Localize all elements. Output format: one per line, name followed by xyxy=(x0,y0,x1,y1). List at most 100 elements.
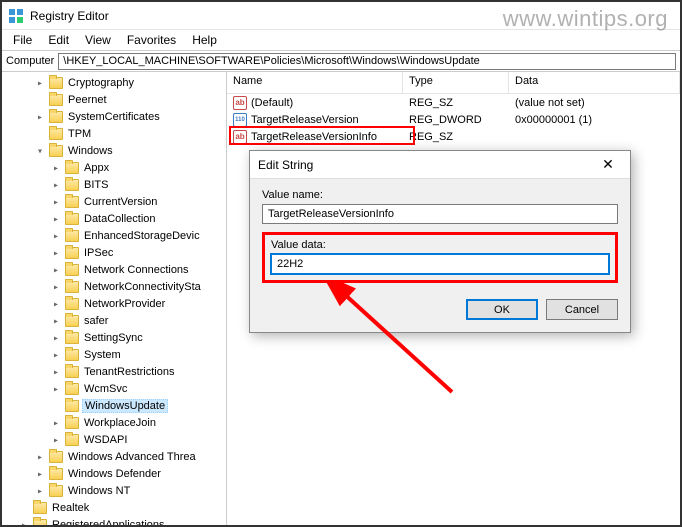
tree-label: NetworkConnectivitySta xyxy=(82,281,203,293)
folder-icon xyxy=(65,332,79,344)
tree-pane[interactable]: Cryptography Peernet SystemCertificates TPM… xyxy=(2,72,227,525)
tree-node[interactable]: Windows Defender xyxy=(2,465,226,482)
tree-label: WSDAPI xyxy=(82,434,129,446)
expand-icon[interactable] xyxy=(34,145,46,157)
tree-node[interactable]: Cryptography xyxy=(2,74,226,91)
cancel-button[interactable]: Cancel xyxy=(546,299,618,320)
expand-icon[interactable] xyxy=(50,332,62,344)
tree-label: SettingSync xyxy=(82,332,145,344)
tree-node[interactable]: Windows NT xyxy=(2,482,226,499)
tree-node[interactable]: Appx xyxy=(2,159,226,176)
tree-node[interactable]: TenantRestrictions xyxy=(2,363,226,380)
tree-node[interactable]: Network Connections xyxy=(2,261,226,278)
expand-icon[interactable] xyxy=(50,315,62,327)
expand-icon[interactable] xyxy=(50,230,62,242)
tree-label: Windows xyxy=(66,145,115,157)
expand-icon[interactable] xyxy=(34,468,46,480)
tree-label: Peernet xyxy=(66,94,109,106)
list-row[interactable]: ab(Default)REG_SZ(value not set) xyxy=(227,94,680,111)
expand-icon[interactable] xyxy=(50,434,62,446)
expand-icon[interactable] xyxy=(50,383,62,395)
list-row[interactable]: abTargetReleaseVersionInfoREG_SZ xyxy=(227,128,680,145)
tree-node[interactable]: NetworkConnectivitySta xyxy=(2,278,226,295)
folder-icon xyxy=(33,502,47,514)
tree-node[interactable]: Realtek xyxy=(2,499,226,516)
tree-label: Windows NT xyxy=(66,485,132,497)
folder-icon xyxy=(33,519,47,526)
ok-button[interactable]: OK xyxy=(466,299,538,320)
expand-icon[interactable] xyxy=(50,298,62,310)
tree-node[interactable]: System xyxy=(2,346,226,363)
tree-node[interactable]: BITS xyxy=(2,176,226,193)
menu-file[interactable]: File xyxy=(6,31,39,49)
expand-icon[interactable] xyxy=(50,366,62,378)
tree-label: TenantRestrictions xyxy=(82,366,177,378)
menu-help[interactable]: Help xyxy=(185,31,224,49)
expand-icon[interactable] xyxy=(50,247,62,259)
folder-icon xyxy=(65,162,79,174)
menu-edit[interactable]: Edit xyxy=(41,31,76,49)
expand-icon[interactable] xyxy=(34,451,46,463)
value-data: 0x00000001 (1) xyxy=(509,114,680,126)
tree-node[interactable]: Windows xyxy=(2,142,226,159)
expand-icon[interactable] xyxy=(50,281,62,293)
folder-icon xyxy=(65,247,79,259)
expand-icon[interactable] xyxy=(34,77,46,89)
folder-icon xyxy=(49,77,63,89)
tree-node[interactable]: NetworkProvider xyxy=(2,295,226,312)
expand-icon[interactable] xyxy=(18,519,30,526)
address-bar: Computer \HKEY_LOCAL_MACHINE\SOFTWARE\Po… xyxy=(2,50,680,72)
folder-icon xyxy=(49,468,63,480)
tree-node[interactable]: IPSec xyxy=(2,244,226,261)
window-title: Registry Editor xyxy=(30,9,109,23)
tree-label: DataCollection xyxy=(82,213,158,225)
col-name[interactable]: Name xyxy=(227,72,403,93)
tree-node[interactable]: DataCollection xyxy=(2,210,226,227)
tree-label: SystemCertificates xyxy=(66,111,162,123)
menu-favorites[interactable]: Favorites xyxy=(120,31,183,49)
menu-view[interactable]: View xyxy=(78,31,118,49)
folder-icon xyxy=(65,264,79,276)
col-data[interactable]: Data xyxy=(509,72,680,93)
expand-icon[interactable] xyxy=(50,196,62,208)
value-data-label: Value data: xyxy=(271,239,609,251)
expand-icon[interactable] xyxy=(50,417,62,429)
tree-node[interactable]: WSDAPI xyxy=(2,431,226,448)
expand-icon[interactable] xyxy=(50,349,62,361)
value-name: (Default) xyxy=(251,97,293,109)
col-type[interactable]: Type xyxy=(403,72,509,93)
folder-icon xyxy=(65,434,79,446)
folder-icon xyxy=(49,128,63,140)
expand-icon[interactable] xyxy=(34,111,46,123)
tree-node[interactable]: Peernet xyxy=(2,91,226,108)
expand-icon[interactable] xyxy=(34,485,46,497)
value-type: REG_SZ xyxy=(403,97,509,109)
tree-node[interactable]: CurrentVersion xyxy=(2,193,226,210)
tree-node[interactable]: TPM xyxy=(2,125,226,142)
expand-icon[interactable] xyxy=(50,264,62,276)
tree-node[interactable]: SettingSync xyxy=(2,329,226,346)
tree-node[interactable]: RegisteredApplications xyxy=(2,516,226,525)
tree-node[interactable]: EnhancedStorageDevic xyxy=(2,227,226,244)
tree-node[interactable]: safer xyxy=(2,312,226,329)
string-value-icon: ab xyxy=(233,96,247,110)
close-icon[interactable]: ✕ xyxy=(594,156,622,173)
tree-node[interactable]: Windows Advanced Threa xyxy=(2,448,226,465)
tree-node[interactable]: SystemCertificates xyxy=(2,108,226,125)
address-path[interactable]: \HKEY_LOCAL_MACHINE\SOFTWARE\Policies\Mi… xyxy=(58,53,676,70)
tree-node[interactable]: WcmSvc xyxy=(2,380,226,397)
titlebar: Registry Editor xyxy=(2,2,680,30)
folder-icon xyxy=(65,383,79,395)
expand-icon[interactable] xyxy=(50,162,62,174)
value-data-field[interactable] xyxy=(271,254,609,274)
list-row[interactable]: 110TargetReleaseVersionREG_DWORD0x000000… xyxy=(227,111,680,128)
tree-node[interactable]: WorkplaceJoin xyxy=(2,414,226,431)
tree-label: EnhancedStorageDevic xyxy=(82,230,202,242)
tree-node[interactable]: WindowsUpdate xyxy=(2,397,226,414)
folder-icon xyxy=(49,111,63,123)
expand-icon[interactable] xyxy=(50,213,62,225)
folder-icon xyxy=(65,179,79,191)
expand-icon[interactable] xyxy=(50,179,62,191)
string-value-icon: ab xyxy=(233,130,247,144)
tree-label: RegisteredApplications xyxy=(50,519,167,526)
